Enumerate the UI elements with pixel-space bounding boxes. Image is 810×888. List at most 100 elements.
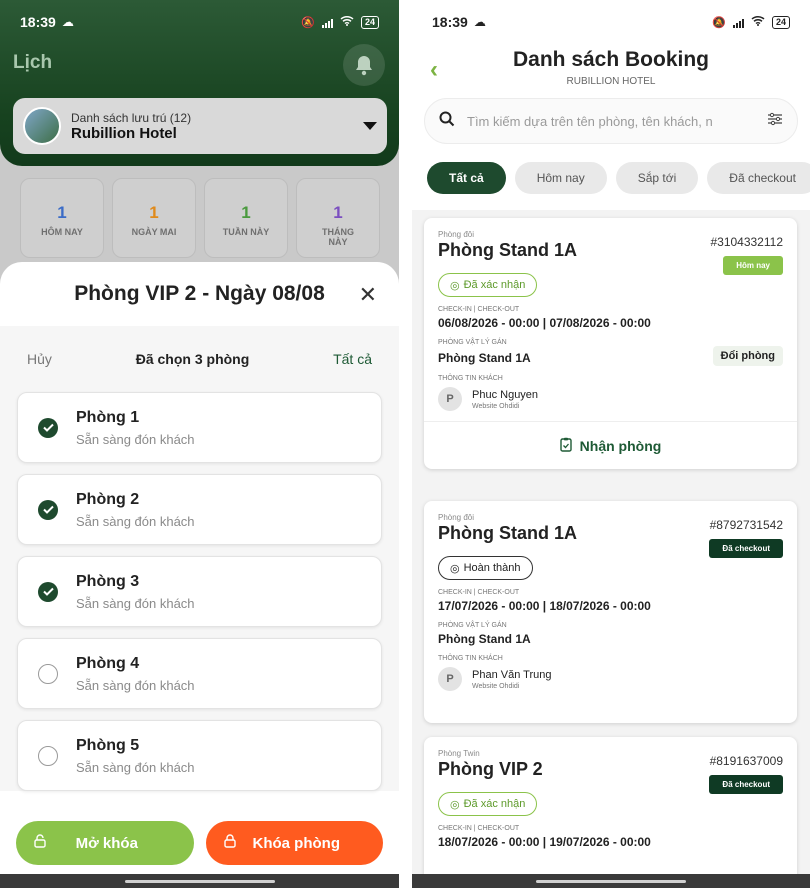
room-status: Sẵn sàng đón khách bbox=[76, 595, 195, 611]
stat-today[interactable]: 1 HÔM NAY bbox=[20, 178, 104, 258]
pill-label: Hoàn thành bbox=[463, 562, 521, 574]
calendar-header: 18:39 ☁ 🔕 24 Lịch Danh sách lưu trú (12)… bbox=[0, 0, 399, 166]
tab-upcoming[interactable]: Sắp tới bbox=[615, 162, 699, 194]
signal-icon bbox=[321, 17, 333, 28]
chevron-down-icon bbox=[363, 122, 377, 130]
guest-name: Phan Văn Trung bbox=[472, 668, 552, 681]
confirmed-pill: ◎ Đã xác nhận bbox=[438, 273, 538, 297]
unlock-button[interactable]: Mở khóa bbox=[16, 821, 194, 865]
hotel-stay-count: Danh sách lưu trú (12) bbox=[71, 110, 192, 125]
sheet-title: Phòng VIP 2 - Ngày 08/08 bbox=[74, 282, 325, 305]
tab-checked-out[interactable]: Đã checkout bbox=[707, 162, 810, 194]
pill-label: Đã xác nhận bbox=[463, 279, 526, 291]
cloud-icon: ☁ bbox=[61, 15, 74, 29]
room-name: Phòng 1 bbox=[76, 408, 140, 426]
checkbox[interactable] bbox=[38, 581, 58, 602]
avatar: P bbox=[438, 387, 462, 411]
guest-info-label: THÔNG TIN KHÁCH bbox=[438, 655, 503, 662]
assigned-room-label: PHÒNG VẬT LÝ GÁN bbox=[438, 622, 507, 629]
checkin-label: CHECK-IN | CHECK-OUT bbox=[438, 589, 520, 596]
tab-today[interactable]: Hôm nay bbox=[514, 162, 607, 194]
search-icon bbox=[439, 111, 455, 132]
clipboard-icon bbox=[559, 437, 572, 455]
checkbox[interactable] bbox=[38, 499, 58, 520]
stay-dates: 06/08/2026 - 00:00 | 07/08/2026 - 00:00 bbox=[438, 316, 651, 330]
status-bar: 18:39 ☁ 🔕 24 bbox=[0, 0, 399, 44]
booking-card[interactable]: Phòng Twin Phòng VIP 2 #8191637009 Đã ch… bbox=[424, 737, 797, 888]
lock-room-button[interactable]: Khóa phòng bbox=[205, 821, 383, 865]
page-subtitle: RUBILLION HOTEL bbox=[566, 76, 656, 87]
stat-tomorrow[interactable]: 1 NGÀY MAI bbox=[112, 178, 196, 258]
checkin-label: CHECK-IN | CHECK-OUT bbox=[438, 306, 520, 313]
room-status: Sẵn sàng đón khách bbox=[76, 759, 195, 775]
battery-icon: 24 bbox=[771, 15, 790, 29]
stat-value: 1 bbox=[241, 203, 251, 222]
select-all-button[interactable]: Tất cả bbox=[333, 351, 372, 367]
gesture-bar bbox=[412, 874, 810, 888]
stat-label: TUẦN NÀY bbox=[222, 227, 270, 237]
stat-this-week[interactable]: 1 TUẦN NÀY bbox=[204, 178, 288, 258]
checkbox[interactable] bbox=[38, 663, 58, 684]
room-list: Phòng 1 Sẵn sàng đón khách Phòng 2 Sẵn sàn… bbox=[0, 392, 399, 791]
check-badge-icon: ◎ bbox=[450, 279, 460, 292]
completed-pill: ◎ Hoàn thành bbox=[438, 556, 533, 580]
sheet-footer: Mở khóa Khóa phòng bbox=[0, 810, 399, 876]
stat-value: 1 bbox=[57, 203, 67, 222]
assigned-room-label: PHÒNG VẬT LÝ GÁN bbox=[438, 339, 507, 346]
status-time: 18:39 bbox=[20, 14, 56, 30]
change-room-button[interactable]: Đổi phòng bbox=[712, 346, 783, 366]
booking-card[interactable]: Phòng đôi Phòng Stand 1A #8792731542 Đã … bbox=[424, 501, 797, 723]
filter-tabs: Tất cả Hôm nay Sắp tới Đã checkout bbox=[427, 162, 810, 194]
cancel-button[interactable]: Hủy bbox=[27, 351, 52, 367]
room-item[interactable]: Phòng 2 Sẵn sàng đón khách bbox=[17, 474, 382, 545]
close-icon[interactable]: ✕ bbox=[359, 282, 377, 308]
signal-icon bbox=[732, 17, 744, 28]
booking-source: Website Ohdidi bbox=[472, 402, 520, 410]
hotel-selector[interactable]: Danh sách lưu trú (12) Rubillion Hotel bbox=[13, 98, 387, 154]
guest-name: Phuc Nguyen bbox=[472, 388, 539, 401]
room-select-sheet: Phòng VIP 2 - Ngày 08/08 ✕ Hủy Đã chọn 3… bbox=[0, 262, 399, 888]
cloud-icon: ☁ bbox=[473, 15, 486, 29]
stay-dates: 18/07/2026 - 00:00 | 19/07/2026 - 00:00 bbox=[438, 835, 651, 849]
room-name: Phòng 4 bbox=[76, 654, 140, 672]
hotel-name: Rubillion Hotel bbox=[71, 124, 177, 142]
stay-dates: 17/07/2026 - 00:00 | 18/07/2026 - 00:00 bbox=[438, 599, 651, 613]
check-in-label: Nhận phòng bbox=[579, 437, 662, 454]
room-item[interactable]: Phòng 3 Sẵn sàng đón khách bbox=[17, 556, 382, 627]
search-input[interactable]: Tìm kiếm dựa trên tên phòng, tên khách, … bbox=[467, 114, 757, 129]
room-item[interactable]: Phòng 1 Sẵn sàng đón khách bbox=[17, 392, 382, 463]
stat-label: HÔM NAY bbox=[41, 227, 83, 237]
bell-icon[interactable] bbox=[343, 44, 385, 86]
booking-source: Website Ohdidi bbox=[472, 682, 520, 690]
lock-icon bbox=[223, 834, 236, 852]
stat-label: THÁNG NÀY bbox=[322, 227, 354, 247]
confirmed-pill: ◎ Đã xác nhận bbox=[438, 792, 538, 816]
unlock-icon bbox=[34, 834, 46, 852]
stat-label: NGÀY MAI bbox=[131, 227, 177, 237]
battery-icon: 24 bbox=[360, 15, 379, 29]
filter-icon[interactable] bbox=[767, 111, 783, 132]
booking-card[interactable]: Phòng đôi Phòng Stand 1A #3104332112 Hôm… bbox=[424, 218, 797, 469]
guest-info-label: THÔNG TIN KHÁCH bbox=[438, 375, 503, 382]
hotel-avatar bbox=[23, 107, 61, 145]
tab-all[interactable]: Tất cả bbox=[427, 162, 506, 194]
stats-row: 1 HÔM NAY 1 NGÀY MAI 1 TUẦN NÀY 1 THÁNG NÀY bbox=[20, 178, 380, 258]
room-item[interactable]: Phòng 4 Sẵn sàng đón khách bbox=[17, 638, 382, 709]
checkbox[interactable] bbox=[38, 417, 58, 438]
checkbox[interactable] bbox=[38, 745, 58, 766]
wifi-icon bbox=[751, 15, 765, 29]
stat-this-month[interactable]: 1 THÁNG NÀY bbox=[296, 178, 380, 258]
status-badge: Đã checkout bbox=[709, 539, 783, 558]
check-badge-icon: ◎ bbox=[450, 798, 460, 811]
gesture-bar bbox=[0, 874, 399, 888]
room-name: Phòng 3 bbox=[76, 572, 140, 590]
check-in-button[interactable]: Nhận phòng bbox=[424, 421, 797, 469]
booking-header: 18:39 ☁ 🔕 24 ‹ Danh sách Booking RUBILLI… bbox=[412, 0, 810, 210]
status-time: 18:39 bbox=[432, 14, 468, 30]
room-name: Phòng 5 bbox=[76, 736, 140, 754]
room-item[interactable]: Phòng 5 Sẵn sàng đón khách bbox=[17, 720, 382, 791]
checkin-label: CHECK-IN | CHECK-OUT bbox=[438, 825, 520, 832]
search-bar[interactable]: Tìm kiếm dựa trên tên phòng, tên khách, … bbox=[424, 98, 798, 144]
stat-value: 1 bbox=[333, 203, 343, 222]
status-badge: Đã checkout bbox=[709, 775, 783, 794]
